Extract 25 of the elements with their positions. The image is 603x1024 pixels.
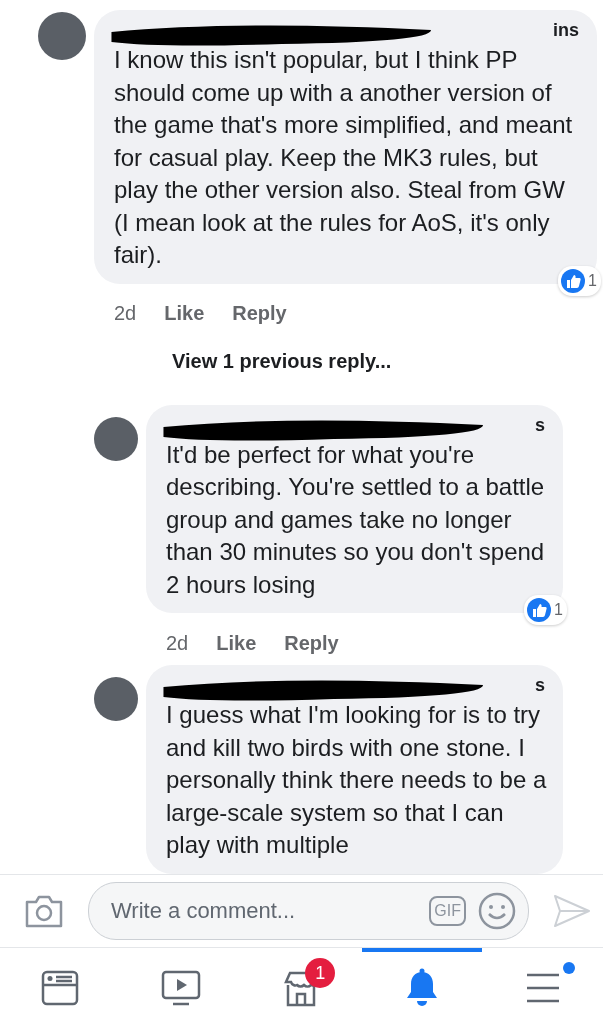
smiley-icon[interactable]	[478, 892, 516, 930]
reply-button[interactable]: Reply	[232, 302, 287, 325]
avatar[interactable]	[38, 12, 86, 60]
camera-icon[interactable]	[24, 894, 64, 928]
avatar[interactable]	[94, 416, 138, 461]
nav-tab[interactable]: 1	[241, 948, 362, 1024]
commenter-name[interactable]: s	[535, 414, 549, 439]
comment-text: I guess what I'm looking for is to try and kill two birds with one stone. I personally think there needs to be a large-scale system so that I can play with multiple	[166, 700, 548, 860]
view-previous-replies-link[interactable]: View 1 previous reply...	[0, 335, 603, 405]
commenter-name[interactable]: s	[535, 675, 549, 699]
commenter-name[interactable]: ins	[553, 20, 583, 44]
comment-time: 2d	[114, 302, 137, 325]
like-button[interactable]: Like	[164, 302, 205, 325]
avatar[interactable]	[94, 677, 138, 721]
comment-text: It'd be perfect for what you're describing. You're settled to a battle group and games take no longer than 30 minutes so you don't spend 2 hours losing	[166, 439, 546, 600]
reaction-count: 1	[554, 601, 563, 619]
notification-badge: 1	[305, 958, 336, 988]
comment-time: 2d	[166, 631, 189, 655]
reply-button[interactable]: Reply	[284, 631, 339, 655]
news-feed-icon	[41, 969, 80, 1007]
comment-text: I know this isn't popular, but I think PP should come up with a another version of the game that's more simplified, and meant for casual play. Keep the MK3 rules, but play the other version also. Steal from GW (I mean look at the rules for AoS, it's only fair).	[114, 45, 574, 270]
menu-icon	[524, 972, 561, 1004]
video-icon	[160, 970, 201, 1006]
reaction-count: 1	[588, 271, 597, 290]
like-button[interactable]: Like	[216, 631, 257, 655]
